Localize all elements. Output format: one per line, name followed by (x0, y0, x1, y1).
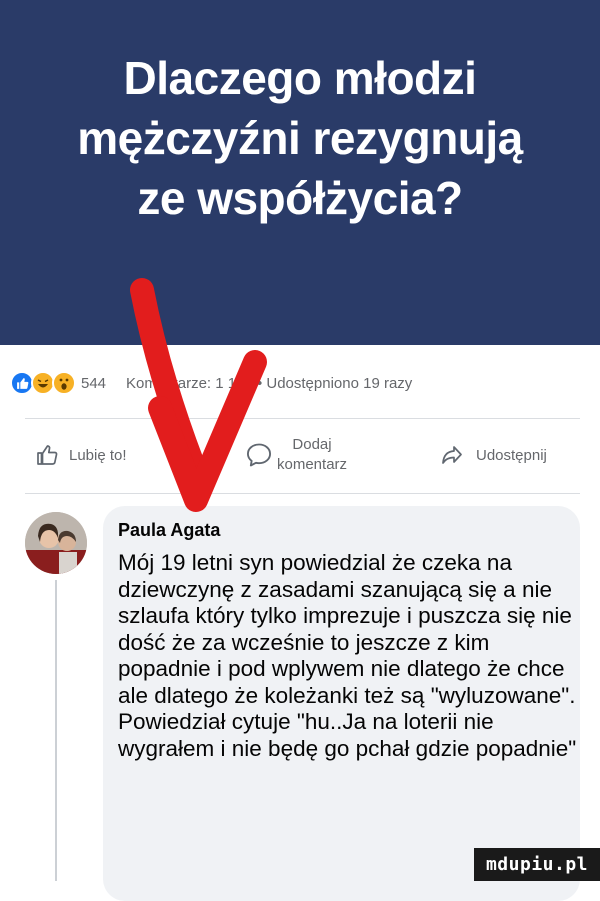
divider-bottom (25, 493, 580, 494)
comment-label-line-1: Dodaj (292, 436, 332, 453)
avatar-photo-icon (25, 512, 87, 574)
share-label: Udostępnij (476, 446, 547, 464)
banner-title-line-2: mężczyźni rezygnują (77, 112, 523, 164)
speech-bubble-icon (246, 443, 272, 467)
banner-title-line-1: Dlaczego młodzi (123, 52, 477, 104)
thumbs-up-icon (37, 445, 58, 465)
like-button[interactable]: Lubię to! (35, 443, 127, 467)
divider-top (25, 418, 580, 419)
banner-title-line-3: ze współżycia? (137, 172, 463, 224)
share-arrow-icon (442, 446, 462, 464)
share-button[interactable]: Udostępnij (440, 443, 547, 467)
post-stats-row: 544 Komentarze: 1 139 • Udostępniono 19 … (10, 368, 595, 398)
like-label: Lubię to! (69, 446, 127, 464)
comment-label-line-2: komentarz (277, 456, 348, 473)
wow-icon (52, 371, 76, 395)
post-actions: Lubię to! Dodaj komentarz Udostępnij (0, 425, 600, 490)
reaction-count[interactable]: 544 (81, 375, 106, 392)
avatar[interactable] (25, 512, 87, 574)
comment-button[interactable]: Dodaj komentarz (245, 435, 347, 475)
reaction-icons[interactable] (10, 371, 76, 395)
comment-thread-line (55, 580, 57, 881)
title-banner: Dlaczego młodzi mężczyźni rezygnują ze w… (0, 0, 600, 345)
banner-title: Dlaczego młodzi mężczyźni rezygnują ze w… (20, 48, 580, 228)
comment-text: Mój 19 letni syn powiedzial że czeka na … (118, 550, 577, 761)
comments-shares-count[interactable]: Komentarze: 1 139 • Udostępniono 19 razy (126, 375, 412, 392)
comment-author[interactable]: Paula Agata (118, 520, 220, 541)
watermark-logo: mdupiu.pl (474, 848, 600, 881)
